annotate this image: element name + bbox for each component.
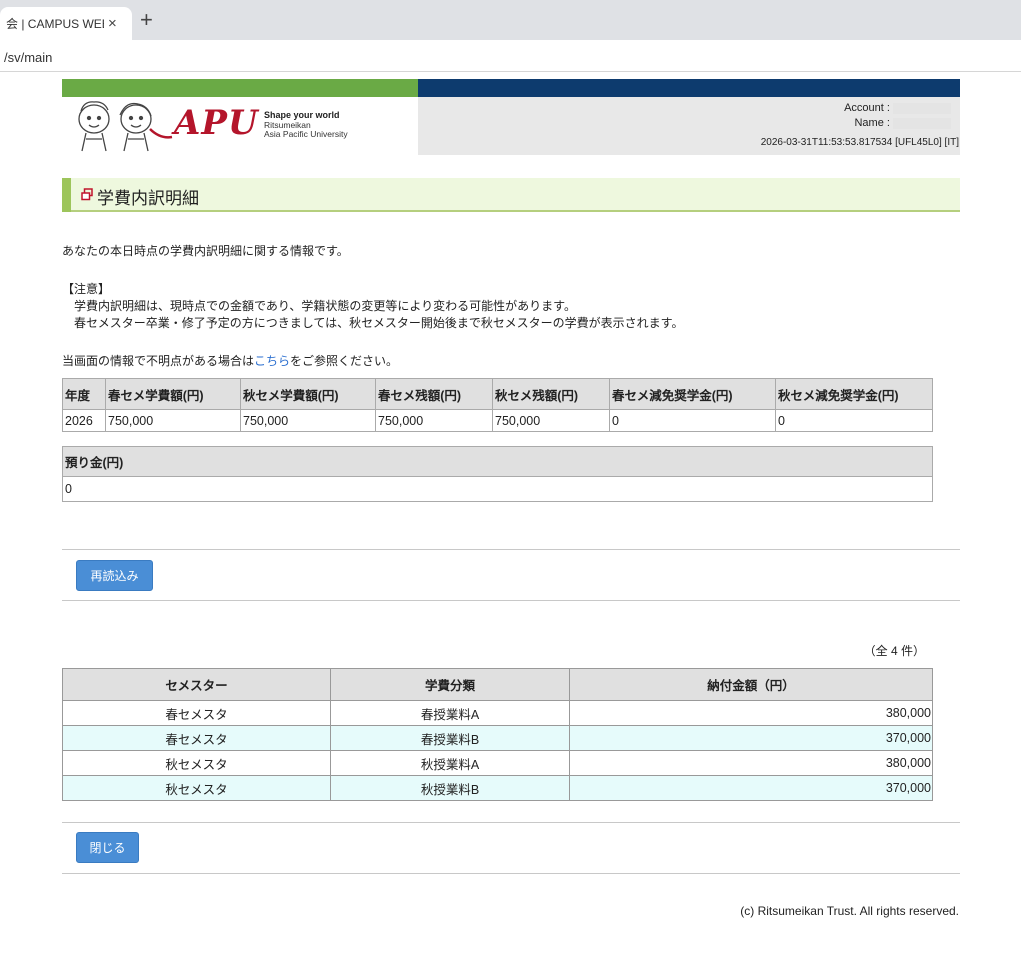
table-row: 春セメスタ 春授業料A 380,000 [62,700,933,726]
table-row: 2026 750,000 750,000 750,000 750,000 0 0 [62,409,933,432]
column-header: 秋セメ減免奨学金(円) [775,378,933,410]
table-cell: 380,000 [569,750,933,776]
divider [62,549,960,550]
table-row: 0 [62,476,933,502]
table-cell: 750,000 [105,409,241,432]
url-text: /sv/main [4,50,53,65]
page-title-accent [62,178,71,212]
window-icon [81,188,93,201]
column-header: 春セメ残額(円) [375,378,493,410]
address-bar[interactable]: /sv/main [0,40,1021,72]
table-header-row: 年度 春セメ学費額(円) 秋セメ学費額(円) 春セメ残額(円) 秋セメ残額(円)… [62,378,933,410]
table-cell: 春セメスタ [62,700,331,726]
inquiry-text: 当画面の情報で不明点がある場合はこちらをご参照ください。 [62,352,398,369]
column-header: 納付金額（円） [569,668,933,701]
new-tab-icon[interactable]: + [140,9,153,31]
column-header: 預り金(円) [62,446,933,477]
table-cell: 秋セメスタ [62,775,331,801]
table-cell: 0 [609,409,776,432]
table-row: 春セメスタ 春授業料B 370,000 [62,725,933,751]
table-row: 秋セメスタ 秋授業料A 380,000 [62,750,933,776]
table-row: 秋セメスタ 秋授業料B 370,000 [62,775,933,801]
table-cell: 370,000 [569,775,933,801]
inquiry-prefix: 当画面の情報で不明点がある場合は [62,354,255,368]
column-header: 秋セメ学費額(円) [240,378,376,410]
university-name: Ritsumeikan Asia Pacific University [264,121,348,139]
mascot-faces-icon [78,101,173,152]
close-tab-icon[interactable]: × [108,15,117,32]
browser-tab[interactable]: 会 | CAMPUS WEB × [0,7,132,40]
column-header: 春セメ学費額(円) [105,378,241,410]
name-label: Name : [854,117,890,129]
column-header: セメスター [62,668,331,701]
copyright-footer: (c) Ritsumeikan Trust. All rights reserv… [740,904,959,918]
table-cell: 370,000 [569,725,933,751]
table-cell: 2026 [62,409,106,432]
table-cell: 750,000 [240,409,376,432]
header-green-band [62,79,418,97]
table-cell: 秋セメスタ [62,750,331,776]
table-cell: 750,000 [492,409,610,432]
table-cell: 春授業料B [330,725,570,751]
university-line-2: Asia Pacific University [264,129,348,139]
apu-logo[interactable]: APU Shape your world Ritsumeikan Asia Pa… [70,99,370,153]
fee-summary-table: 年度 春セメ学費額(円) 秋セメ学費額(円) 春セメ残額(円) 秋セメ残額(円)… [62,378,933,432]
tab-title: 会 | CAMPUS WEB [6,17,104,31]
table-header-row: 預り金(円) [62,446,933,477]
table-cell: 0 [62,476,933,502]
tagline: Shape your world [264,110,340,120]
notice-line-2: 春セメスター卒業・修了予定の方につきましては、秋セメスター開始後まで秋セメスター… [74,316,684,330]
column-header: 春セメ減免奨学金(円) [609,378,776,410]
inquiry-link[interactable]: こちら [254,354,290,368]
record-count: （全 4 件） [863,644,925,658]
divider [62,822,960,823]
page-title-bar: 学費内訳明細 [62,178,960,212]
table-header-row: セメスター 学費分類 納付金額（円） [62,668,933,701]
table-cell: 春セメスタ [62,725,331,751]
account-redacted [893,102,951,114]
inquiry-suffix: をご参照ください。 [290,354,399,368]
table-cell: 380,000 [569,700,933,726]
page-title: 学費内訳明細 [97,189,199,208]
column-header: 秋セメ残額(円) [492,378,610,410]
table-cell: 春授業料A [330,700,570,726]
deposit-table: 預り金(円) 0 [62,446,933,502]
browser-tab-bar: 会 | CAMPUS WEB × + [0,0,1021,40]
fee-detail-table: セメスター 学費分類 納付金額（円） 春セメスタ 春授業料A 380,000 春… [62,668,933,801]
account-info: Account : Name : [844,102,951,132]
account-label: Account : [844,102,890,114]
table-cell: 0 [775,409,933,432]
header-navy-band [418,79,960,97]
name-redacted [893,117,951,129]
divider [62,873,960,874]
notice-heading: 【注意】 [62,282,111,296]
table-cell: 秋授業料A [330,750,570,776]
reload-button[interactable]: 再読込み [76,560,153,591]
notice-line-1: 学費内訳明細は、現時点での金額であり、学籍状態の変更等により変わる可能性がありま… [74,299,576,313]
divider [62,600,960,601]
close-button[interactable]: 閉じる [76,832,139,863]
table-cell: 秋授業料B [330,775,570,801]
column-header: 学費分類 [330,668,570,701]
apu-logo-text: APU [174,103,259,143]
session-timestamp: 2026-03-31T11:53:53.817534 [UFL45L0] [IT… [760,137,959,148]
column-header: 年度 [62,378,106,410]
table-cell: 750,000 [375,409,493,432]
intro-text: あなたの本日時点の学費内訳明細に関する情報です。 [62,244,349,258]
